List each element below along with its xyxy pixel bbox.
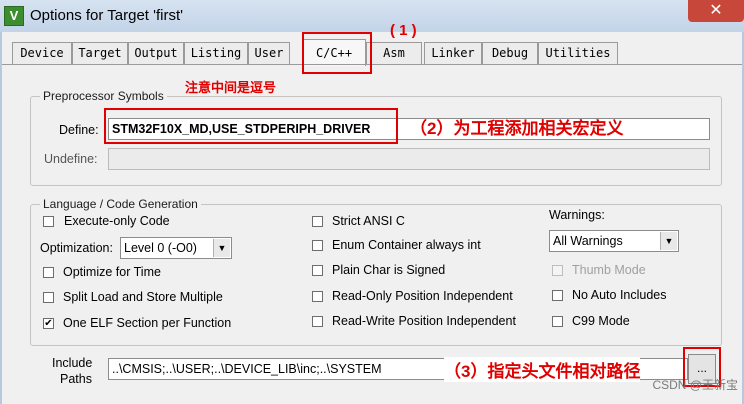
ro-pi-label: Read-Only Position Independent <box>332 289 513 303</box>
undefine-field[interactable] <box>108 148 710 170</box>
optimization-value: Level 0 (-O0) <box>124 241 197 255</box>
checkmark-icon: ✔ <box>44 318 53 329</box>
optimization-select[interactable]: Level 0 (-O0) ▼ <box>120 237 232 259</box>
tab-linker[interactable]: Linker <box>424 42 482 64</box>
one-elf-label: One ELF Section per Function <box>63 316 232 330</box>
tab-debug[interactable]: Debug <box>482 42 538 64</box>
enum-container-label: Enum Container always int <box>332 238 481 252</box>
one-elf-checkbox[interactable]: ✔ <box>43 318 54 329</box>
tab-output[interactable]: Output <box>128 42 184 64</box>
optimization-label: Optimization: <box>40 241 113 255</box>
enum-container-checkbox[interactable] <box>312 240 323 251</box>
preprocessor-group-title: Preprocessor Symbols <box>40 89 167 103</box>
watermark: CSDN @王新宝 <box>652 378 738 392</box>
warnings-select[interactable]: All Warnings ▼ <box>549 230 679 252</box>
tab-separator <box>2 64 742 65</box>
thumb-mode-checkbox[interactable] <box>552 265 563 276</box>
strict-ansi-checkbox[interactable] <box>312 216 323 227</box>
chevron-down-icon: ▼ <box>213 239 230 257</box>
include-label-2: Paths <box>60 372 92 386</box>
annotation-box-tab <box>302 32 372 74</box>
optimize-time-label: Optimize for Time <box>63 265 161 279</box>
c99-mode-checkbox[interactable] <box>552 316 563 327</box>
annotation-2: （2）为工程添加相关宏定义 <box>410 119 624 138</box>
chevron-down-icon: ▼ <box>660 232 677 250</box>
warnings-value: All Warnings <box>553 234 623 248</box>
annotation-note: 注意中间是逗号 <box>185 80 277 95</box>
tab-asm[interactable]: Asm <box>366 42 422 64</box>
execute-only-label: Execute-only Code <box>64 214 170 228</box>
tab-listing[interactable]: Listing <box>184 42 248 64</box>
rw-pi-label: Read-Write Position Independent <box>332 314 516 328</box>
rw-pi-checkbox[interactable] <box>312 316 323 327</box>
annotation-box-define <box>104 108 398 144</box>
close-button[interactable]: ✕ <box>688 0 744 22</box>
plain-char-checkbox[interactable] <box>312 265 323 276</box>
annotation-1: ( 1 ) <box>390 22 417 39</box>
app-icon: V <box>4 6 24 26</box>
define-label: Define: <box>59 123 99 137</box>
ro-pi-checkbox[interactable] <box>312 291 323 302</box>
thumb-mode-label: Thumb Mode <box>572 263 646 277</box>
no-auto-includes-checkbox[interactable] <box>552 290 563 301</box>
include-label-1: Include <box>52 356 93 370</box>
tab-user[interactable]: User <box>248 42 290 64</box>
no-auto-includes-label: No Auto Includes <box>572 288 667 302</box>
c99-mode-label: C99 Mode <box>572 314 630 328</box>
undefine-label: Undefine: <box>44 152 98 166</box>
plain-char-label: Plain Char is Signed <box>332 263 446 277</box>
tab-target[interactable]: Target <box>72 42 128 64</box>
optimize-time-checkbox[interactable] <box>43 267 54 278</box>
tab-device[interactable]: Device <box>12 42 72 64</box>
language-group-title: Language / Code Generation <box>40 197 201 211</box>
tab-utilities[interactable]: Utilities <box>538 42 618 64</box>
execute-only-checkbox[interactable] <box>43 216 54 227</box>
annotation-3: （3）指定头文件相对路径 <box>444 357 641 382</box>
window-title: Options for Target 'first' <box>30 7 184 24</box>
warnings-label: Warnings: <box>549 208 605 222</box>
strict-ansi-label: Strict ANSI C <box>332 214 405 228</box>
split-load-checkbox[interactable] <box>43 292 54 303</box>
split-load-label: Split Load and Store Multiple <box>63 290 223 304</box>
